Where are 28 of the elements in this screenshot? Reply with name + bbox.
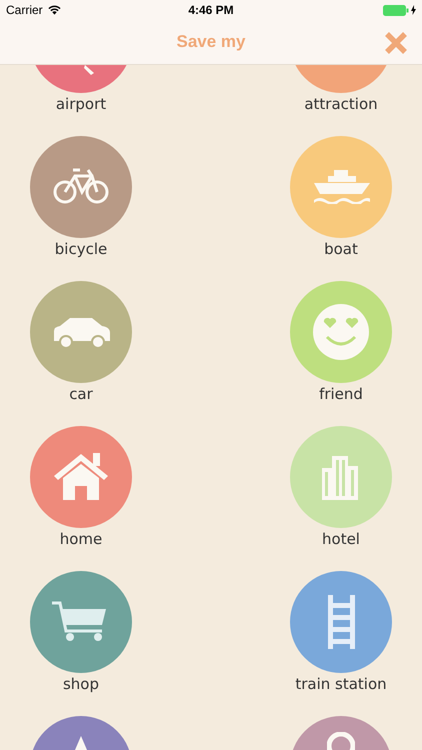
category-label: home: [60, 529, 102, 549]
charging-bolt-icon: [411, 5, 416, 15]
close-button[interactable]: [383, 30, 409, 56]
house-icon: [54, 453, 108, 500]
category-label: shop: [62, 674, 100, 694]
category-label: bicycle: [54, 239, 108, 259]
car-icon: [53, 317, 111, 349]
close-icon: [384, 31, 408, 55]
category-label: friend: [319, 384, 363, 404]
bicycle-icon: [52, 167, 110, 205]
category-label: boat: [324, 239, 358, 259]
status-time: 4:46 PM: [188, 2, 234, 19]
category-label: car: [69, 384, 93, 404]
category-label: airport: [56, 94, 106, 114]
category-label: train station: [295, 674, 387, 694]
smiley-icon: [313, 304, 369, 360]
category-label: hotel: [322, 529, 360, 549]
ship-icon: [314, 170, 370, 204]
wifi-icon: [48, 5, 61, 15]
category-label: attraction: [304, 94, 378, 114]
carrier-name: Carrier: [6, 2, 43, 19]
shopping-cart-icon: [51, 601, 108, 642]
category-circle[interactable]: [30, 136, 132, 238]
railway-tracks-icon: [328, 595, 355, 649]
nav-title: Save my: [176, 31, 246, 54]
battery-icon: [383, 4, 409, 16]
building-icon: [322, 456, 358, 500]
category-circle[interactable]: [30, 571, 132, 673]
